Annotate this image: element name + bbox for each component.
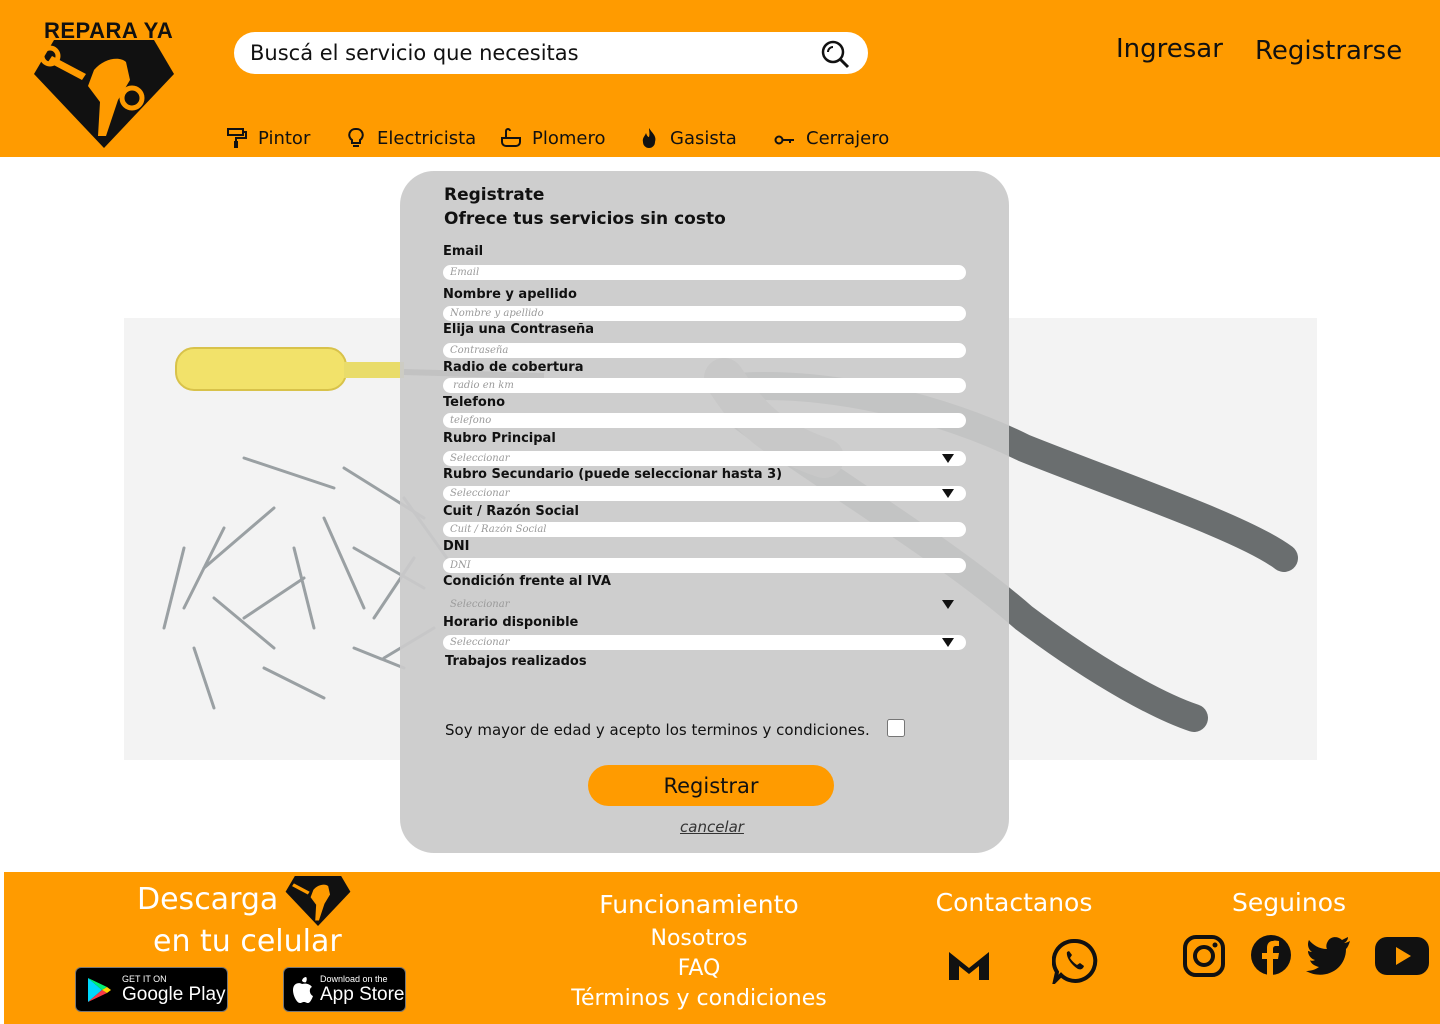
- category-plomero[interactable]: Plomero: [500, 124, 606, 152]
- follow-title: Seguinos: [1231, 888, 1347, 917]
- chevron-down-icon: [942, 638, 954, 647]
- name-field[interactable]: [443, 306, 966, 321]
- search-input[interactable]: [250, 36, 810, 70]
- logo-icon[interactable]: [34, 40, 174, 148]
- light-bulb-icon: [348, 127, 364, 147]
- contact-title: Contactanos: [935, 888, 1093, 917]
- app-store-small: Download on the: [320, 973, 388, 984]
- coverage-field[interactable]: [443, 378, 966, 393]
- paint-roller-icon: [227, 128, 247, 148]
- chevron-down-icon: [942, 600, 954, 609]
- links-title[interactable]: Funcionamiento: [594, 890, 804, 919]
- terms-text: Soy mayor de edad y acepto los terminos …: [445, 721, 870, 739]
- key-icon: [774, 135, 794, 145]
- registration-form: Registrate Ofrece tus servicios sin cost…: [400, 171, 1009, 853]
- google-play-big: Google Play: [122, 983, 226, 1005]
- twitter-icon[interactable]: [1306, 936, 1352, 976]
- login-link[interactable]: Ingresar: [1116, 34, 1223, 64]
- select-value: Seleccionar: [450, 453, 510, 464]
- gmail-icon[interactable]: [947, 946, 991, 982]
- google-play-button[interactable]: GET IT ON Google Play: [75, 967, 228, 1012]
- apple-icon: [293, 976, 313, 1003]
- category-label: Plomero: [532, 127, 606, 149]
- footer: Descarga en tu celular GET IT ON Google …: [4, 872, 1440, 1024]
- phone-field[interactable]: [443, 413, 966, 428]
- works-label: Trabajos realizados: [445, 654, 587, 669]
- chevron-down-icon: [942, 489, 954, 498]
- name-label: Nombre y apellido: [443, 287, 577, 302]
- search-icon[interactable]: [820, 39, 850, 69]
- category-gasista[interactable]: Gasista: [638, 124, 737, 152]
- select-value: Seleccionar: [450, 488, 510, 499]
- category-label: Electricista: [377, 127, 477, 149]
- dni-field[interactable]: [443, 558, 966, 573]
- schedule-label: Horario disponible: [443, 615, 579, 630]
- register-link[interactable]: Registrarse: [1255, 36, 1402, 66]
- main-category-select[interactable]: Seleccionar: [443, 451, 966, 466]
- chevron-down-icon: [942, 454, 954, 463]
- footer-link-terms[interactable]: Términos y condiciones: [564, 986, 834, 1011]
- schedule-select[interactable]: Seleccionar: [443, 635, 966, 650]
- category-label: Pintor: [258, 127, 311, 149]
- select-value: Seleccionar: [450, 637, 510, 648]
- cuit-field[interactable]: [443, 522, 966, 537]
- secondary-category-select[interactable]: Seleccionar: [443, 486, 966, 501]
- category-label: Cerrajero: [806, 127, 890, 149]
- cuit-label: Cuit / Razón Social: [443, 504, 580, 519]
- download-subtitle: en tu celular: [153, 924, 342, 959]
- footer-link-nosotros[interactable]: Nosotros: [594, 926, 804, 951]
- select-value: Seleccionar: [450, 599, 510, 610]
- coverage-label: Radio de cobertura: [443, 360, 584, 375]
- secondary-category-label: Rubro Secundario (puede seleccionar hast…: [443, 467, 783, 482]
- google-play-small: GET IT ON: [122, 973, 167, 984]
- flame-icon: [642, 128, 656, 148]
- youtube-icon[interactable]: [1374, 936, 1430, 976]
- dni-label: DNI: [443, 539, 470, 554]
- bathtub-icon: [501, 128, 521, 147]
- logo-icon: [285, 876, 351, 926]
- email-label: Email: [443, 244, 484, 259]
- category-electricista[interactable]: Electricista: [345, 124, 476, 152]
- iva-select[interactable]: Seleccionar: [443, 597, 966, 612]
- whatsapp-icon[interactable]: [1052, 938, 1098, 984]
- password-label: Elija una Contraseña: [443, 322, 595, 337]
- form-subtitle: Ofrece tus servicios sin costo: [444, 209, 726, 229]
- iva-label: Condición frente al IVA: [443, 574, 611, 589]
- main-category-label: Rubro Principal: [443, 431, 556, 446]
- category-label: Gasista: [670, 127, 737, 149]
- phone-label: Telefono: [443, 395, 506, 410]
- form-heading: Registrate: [444, 185, 545, 205]
- download-title: Descarga: [137, 882, 279, 917]
- google-play-icon: [88, 977, 111, 1002]
- facebook-icon[interactable]: [1250, 934, 1292, 976]
- category-pintor[interactable]: Pintor: [226, 124, 310, 152]
- terms-checkbox[interactable]: [886, 719, 906, 737]
- app-store-button[interactable]: Download on the App Store: [283, 967, 406, 1012]
- search-bar[interactable]: [234, 32, 868, 74]
- footer-link-faq[interactable]: FAQ: [594, 956, 804, 981]
- email-field[interactable]: [443, 265, 966, 280]
- cancel-link[interactable]: cancelar: [680, 818, 744, 836]
- form-title: Registrate Ofrece tus servicios sin cost…: [444, 183, 726, 231]
- category-cerrajero[interactable]: Cerrajero: [774, 124, 889, 152]
- header: REPARA YA Ingresar Registrarse Pintor El…: [0, 0, 1440, 157]
- instagram-icon[interactable]: [1182, 934, 1226, 978]
- app-store-big: App Store: [320, 983, 405, 1005]
- register-button[interactable]: Registrar: [588, 765, 834, 806]
- password-field[interactable]: [443, 343, 966, 358]
